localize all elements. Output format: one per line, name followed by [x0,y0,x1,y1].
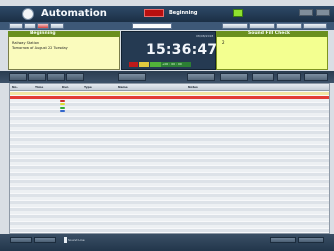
search-input[interactable] [132,23,172,29]
table-row[interactable] [10,228,329,232]
app-logo-icon [22,8,34,20]
nav-action-2-button[interactable] [249,23,275,29]
automation-window: Automation Beginning Beginning Railway S… [0,0,334,251]
footer-button-4[interactable] [298,237,324,243]
toolbar-button-7[interactable] [220,73,248,81]
settings-button[interactable] [50,23,64,29]
status-strip-text: +00 : 00 : 00 [161,62,191,67]
footer-button-2[interactable] [34,237,56,243]
column-header-notes[interactable]: Notes [188,85,198,89]
record-button[interactable] [37,23,49,29]
status-badge: Beginning [169,10,198,16]
nav-action-3-button[interactable] [276,23,302,29]
column-header-time[interactable]: Time [35,85,43,89]
left-info-panel-text: Railway Station Tomorrow of August 22 Tu… [12,41,68,51]
toolbar-button-6[interactable] [187,73,215,81]
minimize-button[interactable] [299,9,313,16]
toolbar-button-10[interactable] [304,73,328,81]
playlist-table-header [9,83,330,91]
info-icon [64,237,67,243]
toolbar-button-2[interactable] [28,73,46,81]
column-header-name[interactable]: Name [118,85,128,89]
status-yellow-indicator [139,62,149,67]
toolbar-button-8[interactable] [252,73,274,81]
right-info-panel-value: 2 [222,40,225,45]
on-air-button[interactable] [144,9,164,17]
left-info-panel-header [8,31,120,37]
nav-action-1-button[interactable] [222,23,248,29]
clock: 15:36:47 [146,42,218,58]
close-button[interactable] [316,9,330,16]
column-header-type[interactable]: Type [84,85,92,89]
footer-button-3[interactable] [270,237,296,243]
toolbar-button-5[interactable] [118,73,146,81]
status-green-indicator [150,62,161,67]
toolbar-button-9[interactable] [277,73,301,81]
app-title: Automation [41,8,107,19]
toolbar-button-3[interactable] [47,73,65,81]
toolbar-button-1[interactable] [9,73,27,81]
status-indicator-icon [233,9,243,17]
footer-button-1[interactable] [10,237,32,243]
nav-action-4-button[interactable] [303,23,327,29]
left-info-panel-title: Beginning [30,31,56,36]
menu-button[interactable] [9,23,23,29]
footer-note: Sound Line [68,238,85,242]
toolbar-button-4[interactable] [66,73,84,81]
column-header-dur[interactable]: Dur. [62,85,69,89]
open-button[interactable] [24,23,36,29]
clock-date: 08/08/2018 [196,34,214,38]
left-panel-line-2: Tomorrow of August 22 Tuesday [12,46,68,50]
status-red-indicator [129,62,138,67]
column-header-no[interactable]: No. [12,85,18,89]
right-info-panel-title: Sound Fill Check [248,31,291,36]
